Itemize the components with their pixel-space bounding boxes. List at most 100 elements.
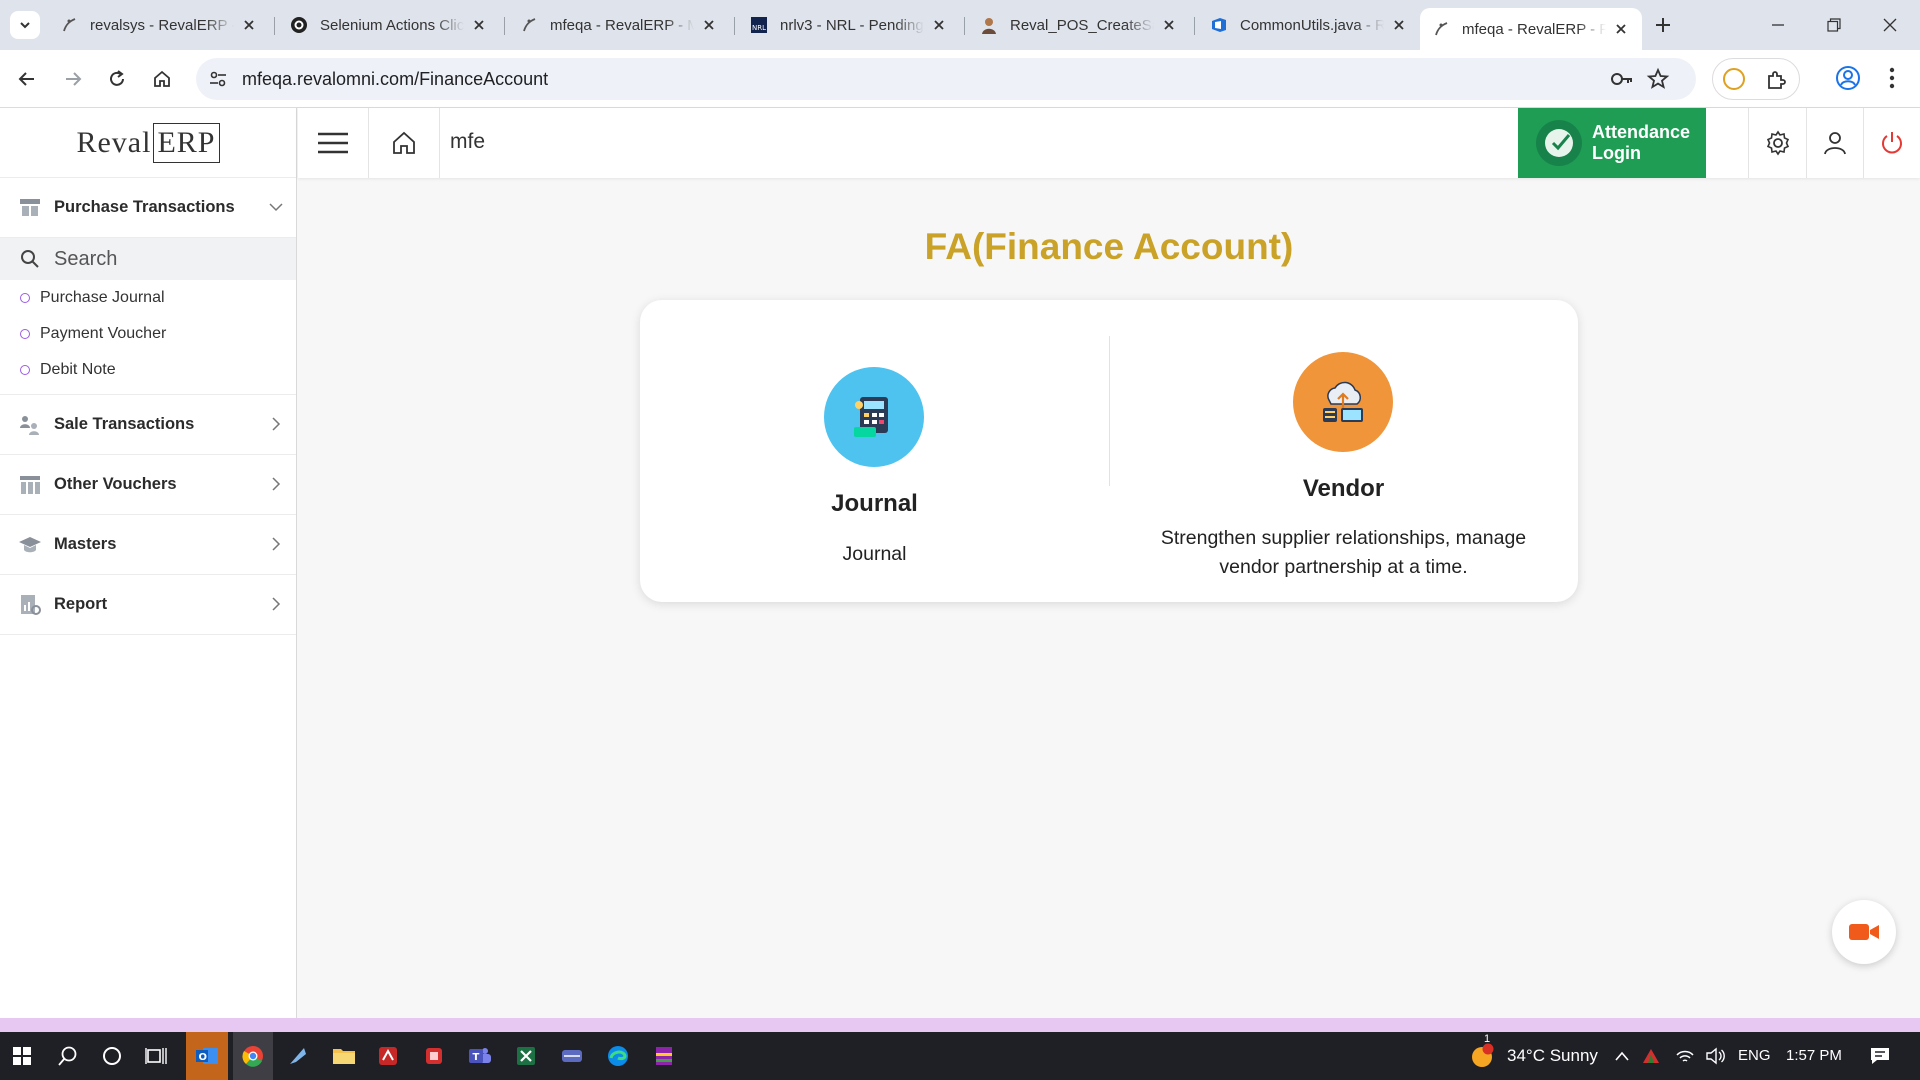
puzzle-extensions-icon[interactable] xyxy=(1765,68,1789,92)
sidebar-search-input[interactable] xyxy=(54,247,274,271)
bookmark-star-icon[interactable] xyxy=(1646,67,1670,91)
search-icon xyxy=(58,1046,77,1066)
show-hidden-icons-button[interactable] xyxy=(1610,1040,1634,1072)
restore-button[interactable] xyxy=(1806,0,1862,50)
sidebar: Reval ERP Purchase Transactions Purchase… xyxy=(0,108,297,1018)
address-bar[interactable]: mfeqa.revalomni.com/FinanceAccount xyxy=(196,58,1696,100)
sidebar-section-report[interactable]: Report xyxy=(0,575,296,635)
browser-tab-6[interactable]: CommonUtils.java - R xyxy=(1198,8,1420,42)
vendor-description: Strengthen supplier relationships, manag… xyxy=(1160,527,1527,578)
windows-logo-icon xyxy=(13,1047,31,1065)
header-company-text: mfe xyxy=(450,130,486,153)
sidebar-section-label: Purchase Transactions xyxy=(54,198,235,216)
close-icon[interactable] xyxy=(470,16,488,34)
logo-container[interactable]: Reval ERP xyxy=(0,108,296,178)
taskbar-outlook[interactable]: O xyxy=(186,1032,228,1080)
sidebar-section-other-vouchers[interactable]: Other Vouchers xyxy=(0,455,296,515)
weather-button[interactable] xyxy=(1466,1040,1498,1072)
sidebar-section-label: Report xyxy=(54,595,108,613)
plus-icon xyxy=(1656,18,1670,32)
chevron-right-icon xyxy=(272,537,281,551)
close-icon[interactable] xyxy=(240,16,258,34)
tab-separator xyxy=(964,17,965,35)
volume-button[interactable] xyxy=(1702,1040,1728,1072)
network-button[interactable] xyxy=(1672,1040,1698,1072)
start-button[interactable] xyxy=(6,1040,38,1072)
language-indicator[interactable]: ENG xyxy=(1738,1047,1771,1064)
svg-text:NRL: NRL xyxy=(752,24,766,32)
user-profile-button[interactable] xyxy=(1807,108,1863,178)
tab-title: Reval_POS_CreateSal xyxy=(1010,16,1154,34)
back-button[interactable] xyxy=(12,64,42,94)
sidebar-item-payment-voucher[interactable]: Payment Voucher xyxy=(0,316,296,352)
taskbar-app-game[interactable] xyxy=(418,1040,450,1072)
gear-icon xyxy=(1766,130,1789,156)
module-card: Journal Journal Vendor Strengthen suppli… xyxy=(640,300,1578,602)
tab-title: Selenium Actions Clic xyxy=(320,16,464,34)
tray-app-icon-button[interactable] xyxy=(1638,1040,1664,1072)
new-tab-button[interactable] xyxy=(1650,12,1676,38)
browser-tab-2[interactable]: Selenium Actions Clic xyxy=(278,8,500,42)
browser-tab-1[interactable]: revalsys - RevalERP - xyxy=(48,8,270,42)
hamburger-icon xyxy=(318,132,348,154)
sidebar-search[interactable] xyxy=(0,238,296,280)
taskbar-excel[interactable] xyxy=(510,1040,542,1072)
close-icon[interactable] xyxy=(1612,20,1630,38)
browser-tab-5[interactable]: Reval_POS_CreateSal xyxy=(968,8,1190,42)
browser-tab-4[interactable]: NRL nrlv3 - NRL - Pending xyxy=(738,8,960,42)
clock-time[interactable]: 1:57 PM xyxy=(1786,1047,1842,1064)
sidebar-section-masters[interactable]: Masters xyxy=(0,515,296,575)
taskbar-app-winrar[interactable] xyxy=(648,1040,680,1072)
sidebar-section-purchase-transactions[interactable]: Purchase Transactions xyxy=(0,178,296,238)
journal-tile[interactable]: Journal Journal xyxy=(640,300,1109,602)
close-window-button[interactable] xyxy=(1862,0,1918,50)
taskbar-chrome[interactable] xyxy=(233,1032,273,1080)
home-nav-button[interactable] xyxy=(369,108,439,178)
tab-title: CommonUtils.java - R xyxy=(1240,16,1384,34)
attendance-login-button[interactable]: Attendance Login xyxy=(1518,108,1706,178)
taskbar-edge[interactable] xyxy=(602,1040,634,1072)
sidebar-item-debit-note[interactable]: Debit Note xyxy=(0,352,296,388)
cortana-button[interactable] xyxy=(96,1040,128,1072)
sidebar-item-purchase-journal[interactable]: Purchase Journal xyxy=(0,280,296,316)
vendor-tile[interactable]: Vendor Strengthen supplier relationships… xyxy=(1109,300,1578,602)
taskbar-app-red[interactable] xyxy=(372,1040,404,1072)
chevron-down-icon xyxy=(20,22,30,29)
browser-menu-icon[interactable] xyxy=(1882,64,1902,92)
taskbar-app-db[interactable] xyxy=(556,1040,588,1072)
tab-search-button[interactable] xyxy=(10,11,40,39)
home-button[interactable] xyxy=(147,64,177,94)
notifications-button[interactable] xyxy=(1864,1040,1896,1072)
close-icon[interactable] xyxy=(1160,16,1178,34)
video-call-button[interactable] xyxy=(1832,900,1896,964)
taskbar-search-button[interactable] xyxy=(52,1040,84,1072)
browser-tab-3[interactable]: mfeqa - RevalERP - M xyxy=(508,8,730,42)
site-settings-icon[interactable] xyxy=(208,69,228,89)
sidebar-section-sale-transactions[interactable]: Sale Transactions xyxy=(0,395,296,455)
browser-tab-active[interactable]: mfeqa - RevalERP - F xyxy=(1420,8,1642,50)
page-title: FA(Finance Account) xyxy=(924,226,1294,267)
settings-button[interactable] xyxy=(1749,108,1806,178)
taskbar-teams[interactable]: T xyxy=(464,1040,496,1072)
reload-button[interactable] xyxy=(102,64,132,94)
taskbar-app-feather[interactable] xyxy=(282,1040,314,1072)
home-icon xyxy=(393,131,415,154)
performance-extension-icon[interactable] xyxy=(1723,68,1745,90)
minimize-button[interactable] xyxy=(1750,0,1806,50)
taskbar-file-explorer[interactable] xyxy=(328,1040,360,1072)
close-icon[interactable] xyxy=(700,16,718,34)
close-icon[interactable] xyxy=(1390,16,1408,34)
chevron-right-icon xyxy=(272,597,281,611)
weather-text[interactable]: 34°C Sunny xyxy=(1507,1046,1598,1066)
folder-icon xyxy=(333,1049,355,1064)
key-icon[interactable] xyxy=(1610,68,1634,90)
restore-icon xyxy=(1827,18,1841,32)
task-view-button[interactable] xyxy=(140,1040,172,1072)
hamburger-menu-button[interactable] xyxy=(298,108,368,178)
close-icon[interactable] xyxy=(930,16,948,34)
logout-button[interactable] xyxy=(1864,108,1920,178)
logo-erp-text: ERP xyxy=(153,122,220,163)
tab-title: nrlv3 - NRL - Pending xyxy=(780,16,924,34)
forward-button[interactable] xyxy=(58,64,88,94)
profile-icon[interactable] xyxy=(1834,64,1862,92)
